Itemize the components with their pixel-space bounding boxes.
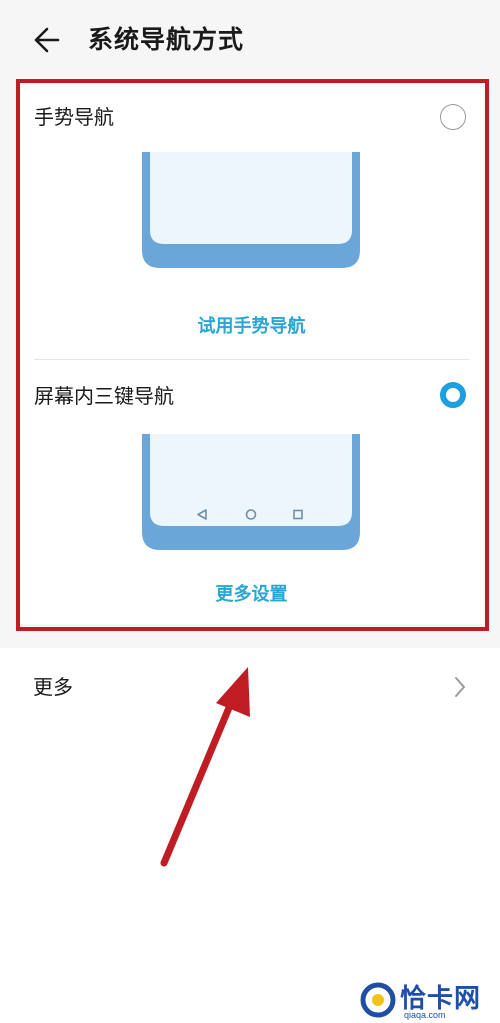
three-key-phone-illustration	[142, 434, 360, 550]
back-button[interactable]	[28, 22, 68, 58]
option-gesture-navigation[interactable]: 手势导航 试用手势导航	[20, 84, 483, 359]
try-gesture-navigation-link[interactable]: 试用手势导航	[20, 312, 483, 338]
watermark-url: qiaqa.com	[404, 1010, 446, 1020]
option-label: 屏幕内三键导航	[34, 384, 174, 408]
arrow-left-icon	[34, 27, 60, 53]
watermark: 恰卡网 qiaqa.com	[360, 978, 500, 1023]
navigation-options-card: 手势导航 试用手势导航 屏幕内三键导航 更多设置	[20, 84, 483, 624]
more-settings-link[interactable]: 更多设置	[20, 580, 483, 606]
more-row[interactable]: 更多	[0, 648, 500, 728]
chevron-right-icon	[455, 677, 465, 697]
option-label: 手势导航	[34, 105, 114, 129]
page-title: 系统导航方式	[88, 25, 245, 54]
watermark-logo-icon	[360, 982, 396, 1018]
gesture-phone-illustration	[142, 152, 360, 268]
more-label: 更多	[33, 675, 73, 699]
option-three-key-navigation[interactable]: 屏幕内三键导航 更多设置	[20, 360, 483, 624]
radio-gesture-navigation[interactable]	[440, 104, 466, 130]
top-bar: 系统导航方式	[0, 0, 500, 80]
radio-three-key-navigation[interactable]	[440, 382, 466, 408]
